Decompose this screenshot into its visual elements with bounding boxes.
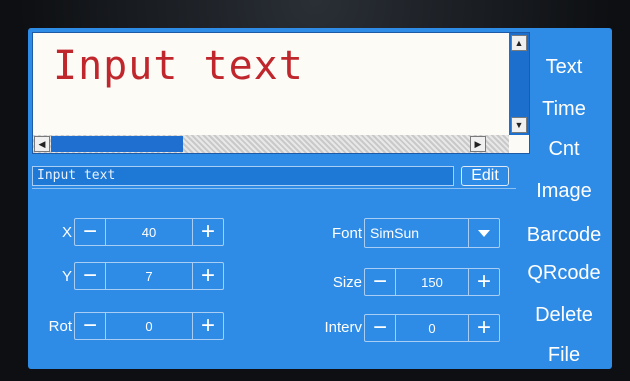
scroll-left-button[interactable]: ◀ — [34, 136, 50, 152]
text-preview-canvas[interactable]: Input text ▲ ▼ ◀ ▶ — [32, 32, 530, 154]
text-input-field[interactable]: Input text — [32, 166, 454, 186]
x-decrement-button[interactable]: − — [75, 219, 105, 245]
font-dropdown-button[interactable] — [468, 219, 499, 247]
x-stepper: − 40 + — [74, 218, 224, 246]
x-increment-button[interactable]: + — [193, 219, 223, 245]
preview-text: Input text — [53, 43, 304, 89]
y-label: Y — [61, 268, 72, 285]
horizontal-scrollbar[interactable]: ◀ ▶ — [33, 135, 509, 153]
menu-item-cnt[interactable]: Cnt — [516, 138, 612, 161]
device-bezel: Input text ▲ ▼ ◀ ▶ Input text Edit X − 4… — [0, 0, 630, 381]
y-stepper: − 7 + — [74, 262, 224, 290]
side-menu: Text Time Cnt Image Barcode QRcode Delet… — [516, 28, 612, 369]
x-label: X — [61, 224, 72, 241]
size-value[interactable]: 150 — [395, 269, 469, 295]
size-stepper: − 150 + — [364, 268, 500, 296]
divider — [32, 188, 516, 189]
menu-item-delete[interactable]: Delete — [516, 304, 612, 327]
scroll-right-button[interactable]: ▶ — [470, 136, 486, 152]
menu-item-text[interactable]: Text — [516, 56, 612, 79]
rot-value[interactable]: 0 — [105, 313, 193, 339]
chevron-down-icon — [478, 230, 490, 237]
rot-decrement-button[interactable]: − — [75, 313, 105, 339]
size-decrement-button[interactable]: − — [365, 269, 395, 295]
y-value[interactable]: 7 — [105, 263, 193, 289]
interv-label: Interv — [324, 319, 362, 336]
menu-item-image[interactable]: Image — [516, 180, 612, 203]
font-label: Font — [331, 225, 362, 242]
horizontal-scroll-thumb[interactable] — [51, 136, 183, 152]
interv-decrement-button[interactable]: − — [365, 315, 395, 341]
edit-button[interactable]: Edit — [461, 166, 509, 186]
interv-stepper: − 0 + — [364, 314, 500, 342]
interv-increment-button[interactable]: + — [469, 315, 499, 341]
menu-item-time[interactable]: Time — [516, 98, 612, 121]
arrow-left-icon: ◀ — [38, 138, 46, 149]
font-select[interactable]: SimSun — [364, 218, 500, 248]
y-increment-button[interactable]: + — [193, 263, 223, 289]
x-value[interactable]: 40 — [105, 219, 193, 245]
menu-item-qrcode[interactable]: QRcode — [516, 262, 612, 285]
size-increment-button[interactable]: + — [469, 269, 499, 295]
font-select-value: SimSun — [370, 225, 420, 241]
rot-label: Rot — [48, 318, 72, 335]
menu-item-file[interactable]: File — [516, 344, 612, 367]
size-label: Size — [332, 274, 362, 291]
menu-item-barcode[interactable]: Barcode — [516, 224, 612, 247]
rot-stepper: − 0 + — [74, 312, 224, 340]
y-decrement-button[interactable]: − — [75, 263, 105, 289]
interv-value[interactable]: 0 — [395, 315, 469, 341]
screen: Input text ▲ ▼ ◀ ▶ Input text Edit X − 4… — [28, 28, 612, 369]
arrow-right-icon: ▶ — [474, 138, 482, 149]
rot-increment-button[interactable]: + — [193, 313, 223, 339]
